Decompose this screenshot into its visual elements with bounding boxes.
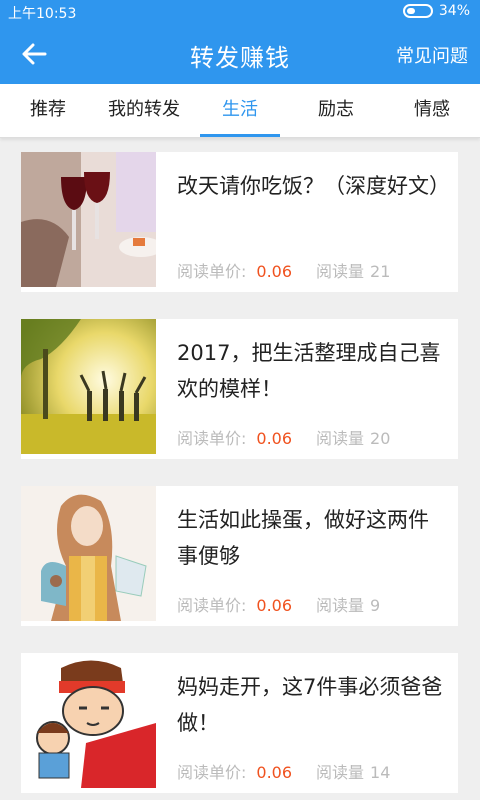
reads-value: 9 xyxy=(370,596,381,615)
faq-link[interactable]: 常见问题 xyxy=(396,42,468,68)
article-title: 生活如此操蛋，做好这两件事便够 xyxy=(177,508,429,568)
price-label: 阅读单价: xyxy=(177,262,247,281)
tab-recommend[interactable]: 推荐 xyxy=(0,84,96,137)
reads-value: 20 xyxy=(370,429,391,448)
status-right: 34% xyxy=(402,3,470,19)
article-title: 妈妈走开，这7件事必须爸爸做！ xyxy=(177,675,443,735)
article-title: 2017，把生活整理成自己喜欢的模样！ xyxy=(177,341,441,401)
article-meta: 阅读单价: 0.06 阅读量 9 xyxy=(177,592,380,616)
article-card[interactable]: 2017，把生活整理成自己喜欢的模样！ 阅读单价: 0.06 阅读量 20 xyxy=(21,319,458,459)
article-card[interactable]: 生活如此操蛋，做好这两件事便够 阅读单价: 0.06 阅读量 9 xyxy=(21,486,458,626)
article-meta: 阅读单价: 0.06 阅读量 20 xyxy=(177,425,390,449)
price-label: 阅读单价: xyxy=(177,596,247,615)
reads-label: 阅读量 xyxy=(316,596,365,615)
article-title: 改天请你吃饭？（深度好文） xyxy=(177,174,450,198)
status-bar: 上午10:53 34% xyxy=(0,0,480,24)
reads-label: 阅读量 xyxy=(316,763,365,782)
reads-label: 阅读量 xyxy=(316,262,365,281)
article-thumbnail xyxy=(21,319,156,454)
price-value: 0.06 xyxy=(256,596,293,615)
tab-emotion[interactable]: 情感 xyxy=(384,84,480,137)
category-tabs: 推荐 我的转发 生活 励志 情感 xyxy=(0,84,480,138)
article-meta: 阅读单价: 0.06 阅读量 21 xyxy=(177,258,390,282)
battery-level: 34% xyxy=(438,3,470,19)
reads-value: 14 xyxy=(370,763,391,782)
tab-my-shares[interactable]: 我的转发 xyxy=(96,84,192,137)
battery-icon xyxy=(402,4,433,18)
article-thumbnail xyxy=(21,152,156,287)
article-thumbnail xyxy=(21,486,156,621)
price-value: 0.06 xyxy=(256,429,293,448)
app-bar: 转发赚钱 常见问题 xyxy=(0,24,480,84)
article-card[interactable]: 妈妈走开，这7件事必须爸爸做！ 阅读单价: 0.06 阅读量 14 xyxy=(21,653,458,793)
price-value: 0.06 xyxy=(256,763,293,782)
reads-value: 21 xyxy=(370,262,391,281)
tab-inspiration[interactable]: 励志 xyxy=(288,84,384,137)
article-meta: 阅读单价: 0.06 阅读量 14 xyxy=(177,759,390,783)
price-label: 阅读单价: xyxy=(177,763,247,782)
article-thumbnail xyxy=(21,653,156,788)
tab-life[interactable]: 生活 xyxy=(192,84,288,137)
price-label: 阅读单价: xyxy=(177,429,247,448)
article-card[interactable]: 改天请你吃饭？（深度好文） 阅读单价: 0.06 阅读量 21 xyxy=(21,152,458,292)
reads-label: 阅读量 xyxy=(316,429,365,448)
status-time: 上午10:53 xyxy=(8,6,77,22)
price-value: 0.06 xyxy=(256,262,293,281)
